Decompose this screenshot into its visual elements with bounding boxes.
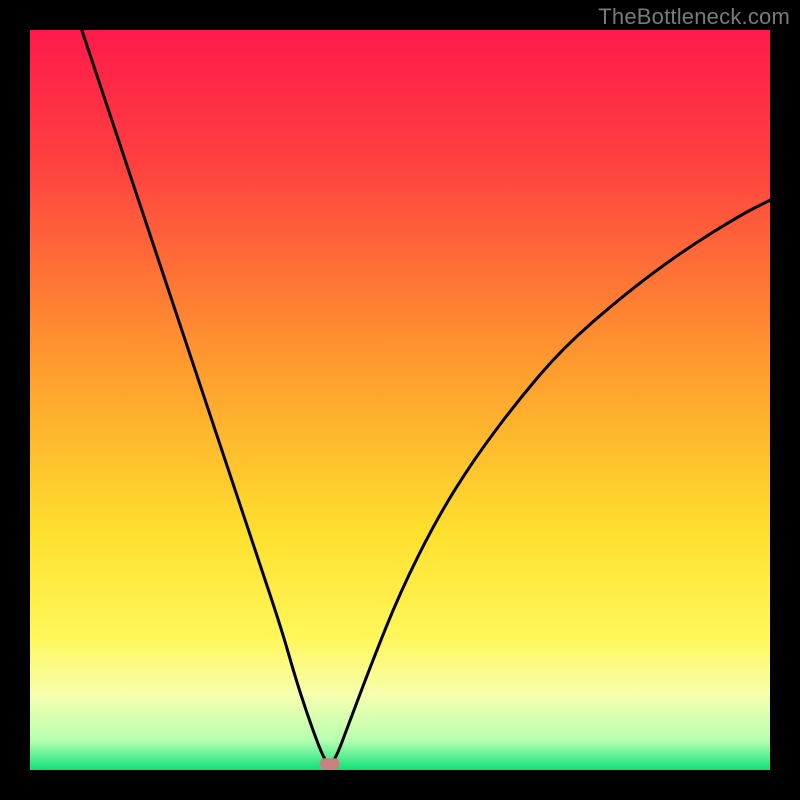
chart-svg [30,30,770,770]
plot-area [30,30,770,770]
watermark-text: TheBottleneck.com [598,4,790,30]
chart-frame: TheBottleneck.com [0,0,800,800]
optimal-marker [320,758,340,769]
bottleneck-curve [82,30,770,764]
